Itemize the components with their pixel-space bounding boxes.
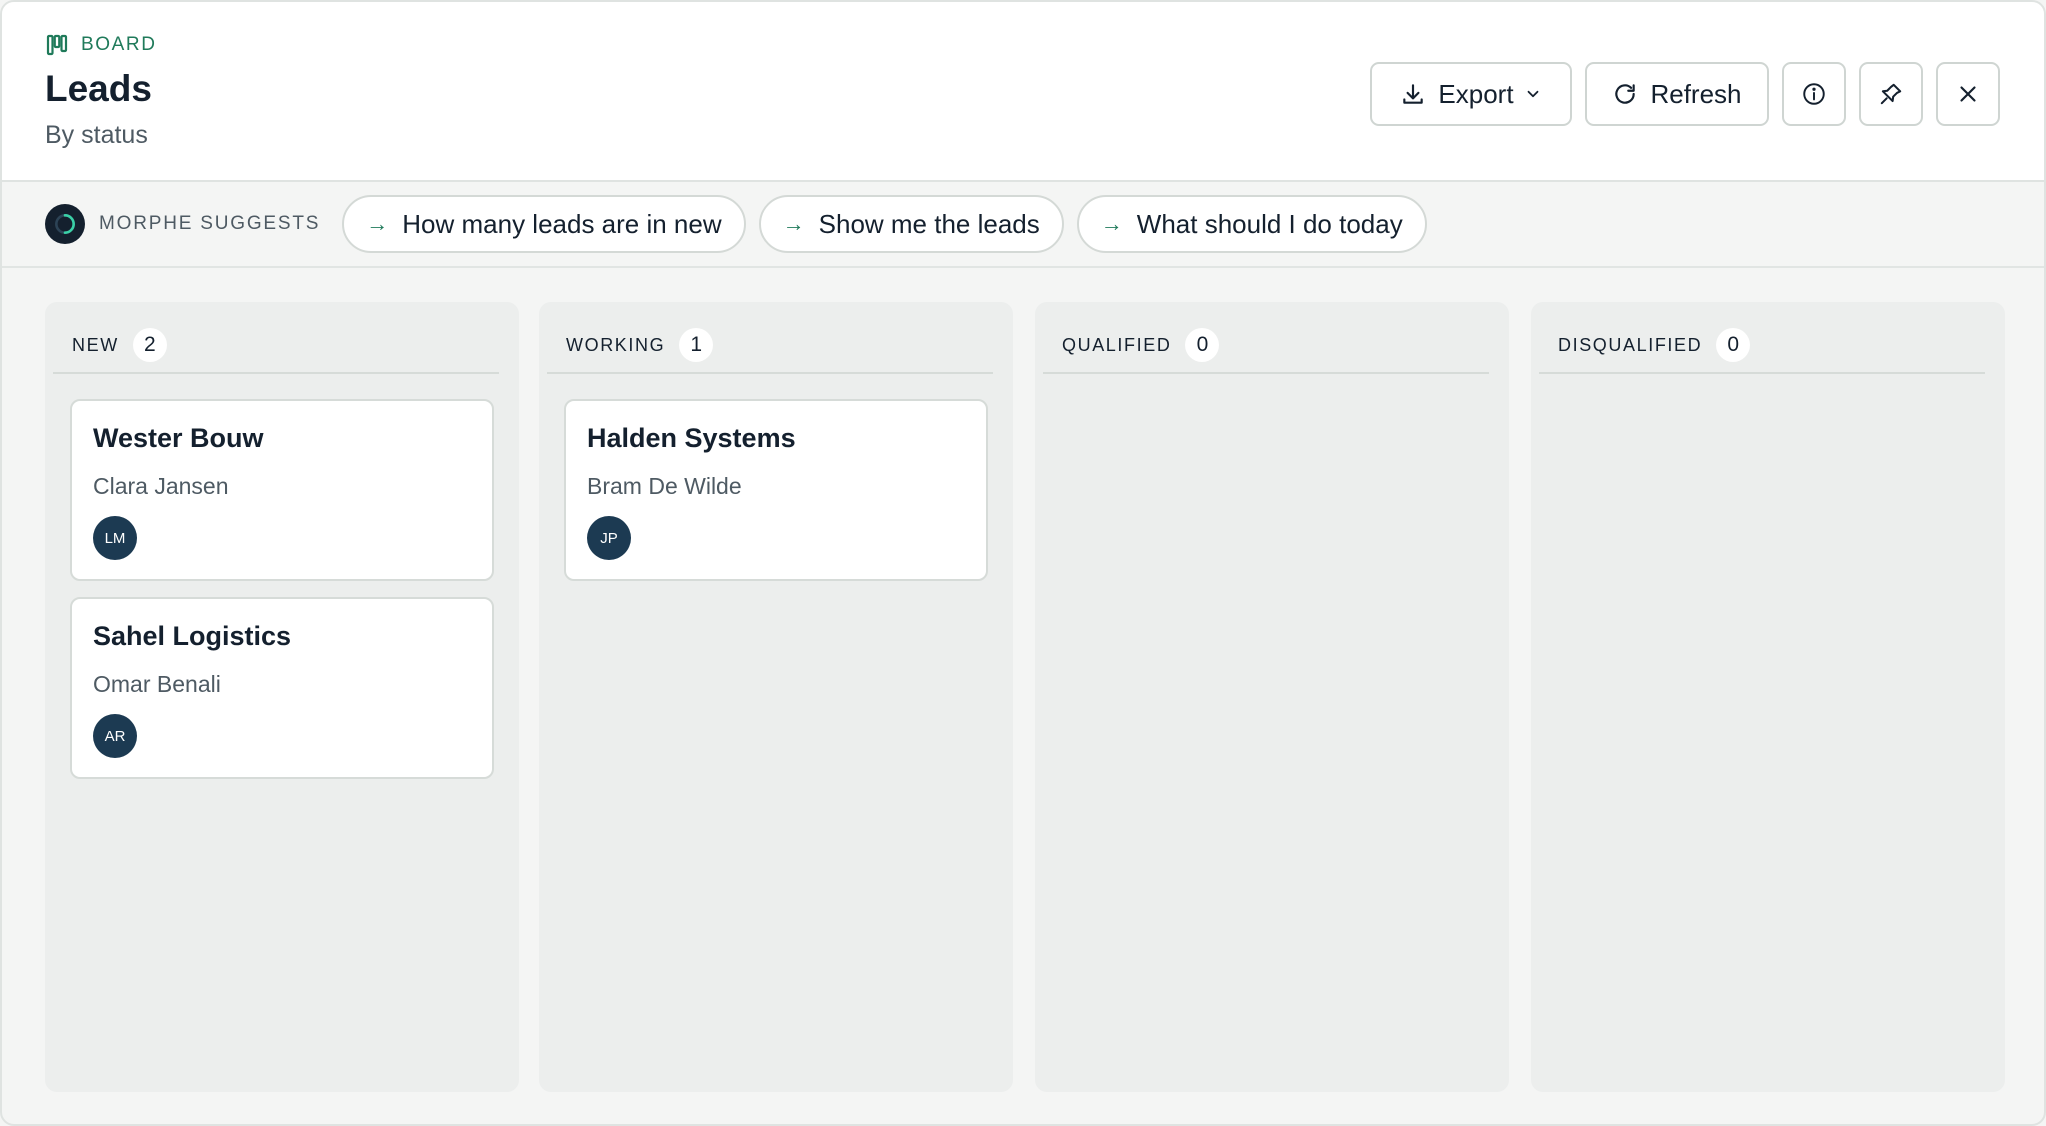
column-header: NEW 2: [53, 318, 499, 374]
info-button[interactable]: [1782, 62, 1846, 126]
suggestion-chip-what-today[interactable]: → What should I do today: [1076, 195, 1427, 253]
chevron-down-icon: [1527, 90, 1538, 98]
column-title: QUALIFIED: [1062, 334, 1172, 355]
page-title: Leads: [45, 68, 152, 109]
column-title: DISQUALIFIED: [1558, 334, 1703, 355]
lead-contact: Omar Benali: [93, 671, 221, 697]
leads-board-window: BOARD Leads By status Export Refresh MOR…: [0, 0, 2046, 1126]
suggestion-label: Show me the leads: [818, 208, 1040, 239]
suggestion-label: What should I do today: [1136, 208, 1403, 239]
column-count-badge: 2: [132, 328, 167, 362]
lead-company: Halden Systems: [587, 423, 796, 453]
arrow-right-icon: →: [782, 211, 805, 236]
suggestion-chip-show-leads[interactable]: → Show me the leads: [758, 195, 1064, 253]
lead-card[interactable]: Sahel Logistics Omar Benali AR: [70, 597, 494, 779]
refresh-button[interactable]: Refresh: [1585, 62, 1769, 126]
pin-icon: [1880, 83, 1902, 105]
morphe-logo-icon: [45, 204, 85, 244]
lead-company: Wester Bouw: [93, 423, 264, 453]
eyebrow-label: BOARD: [81, 34, 157, 55]
suggestions-label: MORPHE SUGGESTS: [99, 213, 321, 234]
lead-card[interactable]: Wester Bouw Clara Jansen LM: [70, 399, 494, 581]
download-icon: [1403, 84, 1424, 104]
arrow-right-icon: →: [1100, 211, 1123, 236]
page-subtitle: By status: [45, 121, 148, 149]
column-qualified: QUALIFIED 0: [1035, 302, 1509, 1092]
lead-contact: Clara Jansen: [93, 473, 229, 499]
pin-button[interactable]: [1859, 62, 1923, 126]
lead-card[interactable]: Halden Systems Bram De Wilde JP: [564, 399, 988, 581]
column-header: QUALIFIED 0: [1043, 318, 1489, 374]
arrow-right-icon: →: [366, 211, 389, 236]
column-count-badge: 0: [1716, 328, 1751, 362]
column-new: NEW 2 Wester Bouw Clara Jansen LM Sahel …: [45, 302, 519, 1092]
column-title: WORKING: [566, 334, 666, 355]
owner-avatar: JP: [587, 516, 631, 560]
close-icon: [1960, 86, 1976, 102]
export-button[interactable]: Export: [1370, 62, 1572, 126]
info-icon: [1803, 83, 1825, 105]
board-icon: [46, 34, 68, 56]
owner-avatar: AR: [93, 714, 137, 758]
refresh-label: Refresh: [1650, 78, 1742, 109]
header-actions: Export Refresh: [1370, 62, 2000, 126]
suggestions-bar: MORPHE SUGGESTS → How many leads are in …: [2, 182, 2044, 268]
column-count-badge: 0: [1185, 328, 1220, 362]
suggestion-label: How many leads are in new: [402, 208, 722, 239]
board-eyebrow: BOARD: [45, 33, 157, 57]
column-working: WORKING 1 Halden Systems Bram De Wilde J…: [539, 302, 1013, 1092]
column-header: DISQUALIFIED 0: [1539, 318, 1985, 374]
refresh-icon: [1615, 84, 1636, 104]
column-header: WORKING 1: [547, 318, 993, 374]
owner-avatar: LM: [93, 516, 137, 560]
column-title: NEW: [72, 334, 119, 355]
lead-contact: Bram De Wilde: [587, 473, 742, 499]
export-label: Export: [1438, 78, 1514, 109]
column-disqualified: DISQUALIFIED 0: [1531, 302, 2005, 1092]
column-count-badge: 1: [679, 328, 714, 362]
suggestion-chip-leads-in-new[interactable]: → How many leads are in new: [342, 195, 746, 253]
lead-company: Sahel Logistics: [93, 621, 292, 651]
close-button[interactable]: [1936, 62, 2000, 126]
board-header: BOARD Leads By status Export Refresh: [2, 2, 2044, 182]
